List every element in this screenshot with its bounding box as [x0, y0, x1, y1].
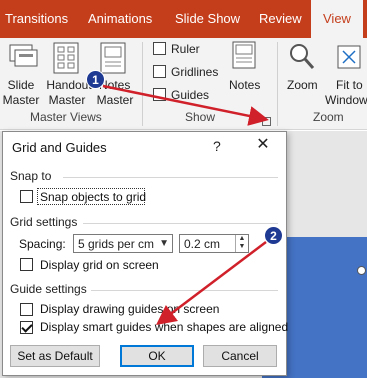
annotation-arrows: [102, 84, 269, 326]
annotation-marker-2: 2: [264, 226, 283, 245]
arrow-2: [156, 241, 267, 326]
arrow-1: [102, 84, 269, 126]
annotation-marker-1: 1: [86, 70, 105, 89]
